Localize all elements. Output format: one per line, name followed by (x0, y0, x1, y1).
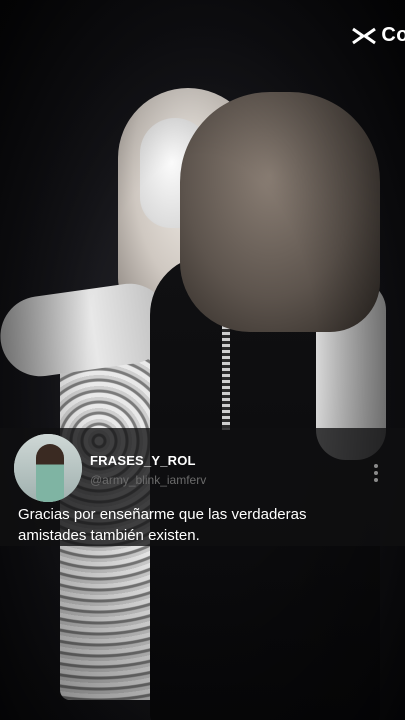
video-background[interactable] (0, 0, 405, 720)
comment-card[interactable]: FRASES_Y_ROL @army_blink_iamferv Gracias… (0, 428, 405, 546)
comment-line: Gracias por enseñarme que las verdaderas (18, 506, 307, 523)
more-dot (374, 471, 378, 475)
comment-handle: @army_blink_iamferv (90, 473, 207, 487)
avatar[interactable] (14, 434, 82, 502)
comment-line: amistades también existen. (18, 527, 200, 544)
more-dot (374, 464, 378, 468)
more-dot (374, 478, 378, 482)
avatar-person (36, 444, 64, 502)
comment-username[interactable]: FRASES_Y_ROL (90, 453, 196, 468)
video-vignette (0, 0, 405, 720)
more-vertical-icon[interactable] (374, 464, 378, 482)
capcut-watermark: Co (351, 24, 405, 47)
capcut-wordmark: Co (381, 24, 405, 46)
comment-text: Gracias por enseñarme que las verdaderas… (18, 504, 393, 546)
capcut-logo-icon (352, 27, 377, 44)
